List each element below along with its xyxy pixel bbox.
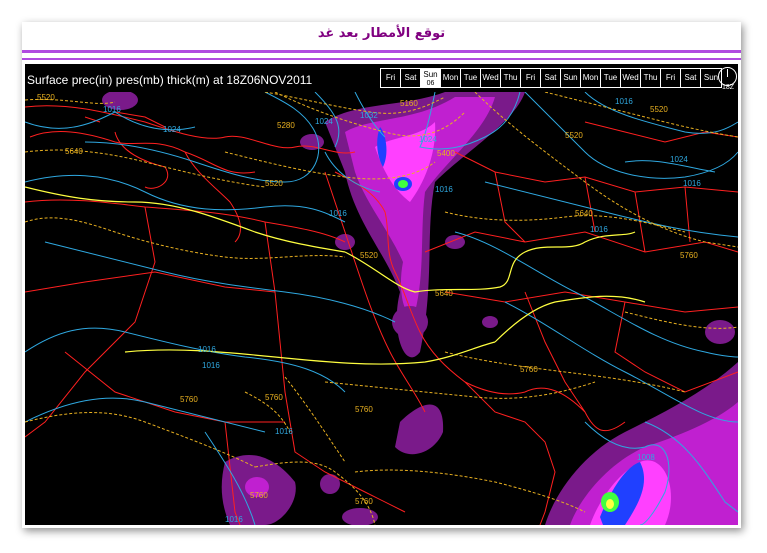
day-label: Sat [684,73,697,82]
thickness-label: 5160 [400,99,418,108]
pressure-label: 1016 [329,209,347,218]
pressure-label: 1016 [275,427,293,436]
day-cell-8[interactable]: Sat [541,69,561,87]
pressure-label: 1024 [315,117,333,126]
day-label: Tue [463,73,478,82]
article-frame: توقع الأمطار بعد غد Surface prec(in) pre… [22,22,741,528]
day-sublabel: 06 [426,80,435,87]
weather-map: 5520 5160 5520 5640 5280 5400 5520 5520 5640 5520… [25,92,738,525]
pressure-label: 1024 [670,155,688,164]
thickness-label: 5520 [37,93,55,102]
thickness-label: 5760 [680,251,698,260]
day-label: Mon [442,73,459,82]
thickness-label: 5640 [575,209,593,218]
day-label: Fri [665,73,676,82]
day-cell-10[interactable]: Mon [581,69,601,87]
precip-area [398,180,408,188]
precip-area [606,499,614,509]
pressure-label: 1016 [225,515,243,524]
pressure-label: 1016 [103,105,121,114]
pressure-label: 1016 [202,361,220,370]
pressure-label: 1016 [198,345,216,354]
day-cell-3[interactable]: Mon [441,69,461,87]
day-cell-7[interactable]: Fri [521,69,541,87]
thickness-label: 5520 [360,251,378,260]
day-cell-0[interactable]: Fri [381,69,401,87]
precip-area [713,462,737,482]
thickness-label: 5280 [277,121,295,130]
day-label: Sun [423,70,438,79]
pressure-label: 1016 [590,225,608,234]
day-cell-15[interactable]: Sat [681,69,701,87]
day-label: Mon [582,73,599,82]
pressure-label: 1024 [419,135,437,144]
thickness-label: 5760 [250,491,268,500]
precip-area [392,306,428,338]
page-title: توقع الأمطار بعد غد [317,26,446,41]
thickness-label: 5640 [435,289,453,298]
title-rule-thick [22,50,741,53]
day-cell-2[interactable]: Sun 06 [421,69,441,87]
precip-area [705,320,735,344]
day-label: Sun [563,73,578,82]
pressure-label: 1024 [163,125,181,134]
day-label: Fri [525,73,536,82]
thickness-label: 5760 [520,365,538,374]
map-header-bar: Surface prec(in) pres(mb) thick(m) at 18… [25,64,738,92]
thickness-label: 5760 [180,395,198,404]
pressure-label: 1016 [683,179,701,188]
day-label: Tue [603,73,618,82]
day-cell-12[interactable]: Wed [621,69,641,87]
day-label: Fri [385,73,396,82]
thickness-label: 5520 [565,131,583,140]
pressure-label: 1008 [637,453,655,462]
forecast-map-panel: Surface prec(in) pres(mb) thick(m) at 18… [25,64,738,525]
day-cell-6[interactable]: Thu [501,69,521,87]
time-label: 18Z [721,84,735,91]
thickness-label: 5400 [437,149,455,158]
precip-area [300,134,324,150]
day-cell-14[interactable]: Fri [661,69,681,87]
pressure-label: 1032 [360,111,378,120]
day-cell-13[interactable]: Thu [641,69,661,87]
day-cell-5[interactable]: Wed [481,69,501,87]
day-label: Wed [482,73,499,82]
day-label: Sat [404,73,417,82]
day-cell-11[interactable]: Tue [601,69,621,87]
day-cell-4[interactable]: Tue [461,69,481,87]
map-caption: Surface prec(in) pres(mb) thick(m) at 18… [27,73,313,87]
thickness-label: 5760 [355,497,373,506]
day-selector-strip: Fri Sat Sun 06 Mon Tue Wed Thu Fri Sat Sun Mon Tue We… [380,68,722,88]
thickness-label: 5760 [265,393,283,402]
precip-area [482,316,498,328]
precip-area [320,474,340,494]
day-cell-1[interactable]: Sat [401,69,421,87]
day-label: Sun [703,73,719,82]
pressure-label: 1016 [615,97,633,106]
day-label: Wed [622,73,639,82]
thickness-label: 5520 [650,105,668,114]
pressure-label: 1016 [435,185,453,194]
weather-map-svg: 5520 5160 5520 5640 5280 5400 5520 5520 5640 5520… [25,92,738,525]
day-cell-9[interactable]: Sun [561,69,581,87]
thickness-label: 5640 [65,147,83,156]
clock-hand [727,69,728,77]
thickness-label: 5760 [355,405,373,414]
day-label: Sat [544,73,557,82]
thickness-label: 5520 [265,179,283,188]
title-rule-thin [22,58,741,60]
day-label: Thu [643,73,658,82]
day-label: Thu [503,73,518,82]
